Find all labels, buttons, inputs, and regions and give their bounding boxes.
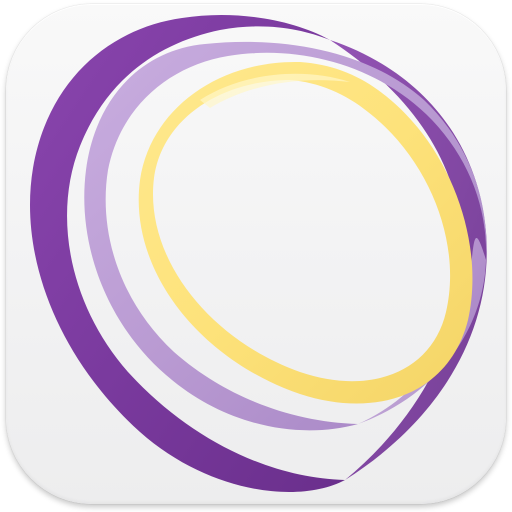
swirl-rings-logo-icon [29, 14, 487, 493]
app-icon-stage [0, 0, 512, 512]
